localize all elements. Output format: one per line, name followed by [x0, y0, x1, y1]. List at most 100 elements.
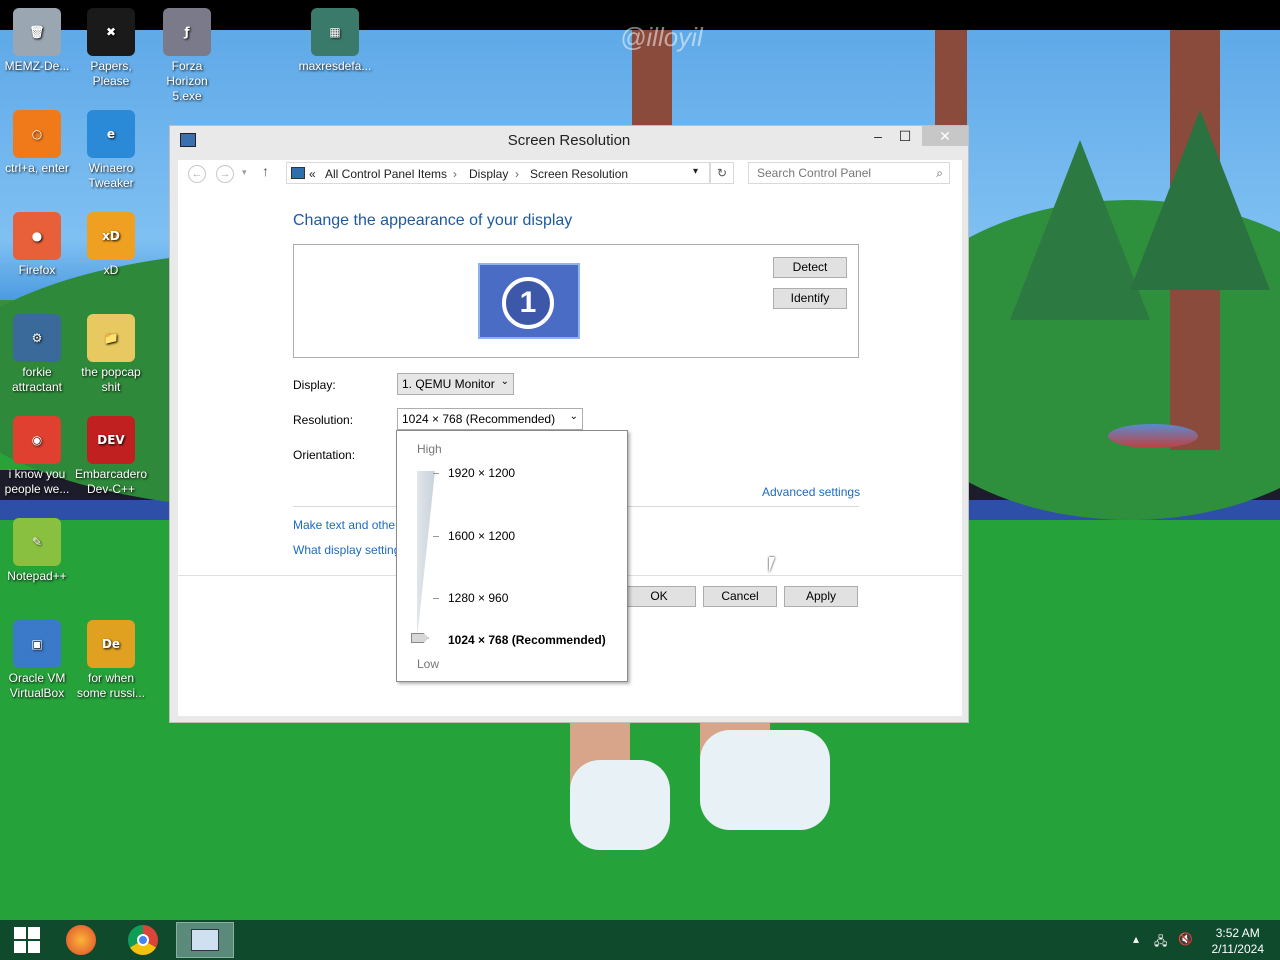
desktop-icon-image: ✖ — [87, 8, 135, 56]
desktop-icon[interactable]: De for when some russi... — [74, 620, 148, 701]
desktop-icon-image: ● — [13, 212, 61, 260]
navigation-bar: ← → ▾ ↑ « All Control Panel Items › Disp… — [178, 160, 962, 188]
slider-tick — [433, 473, 439, 474]
breadcrumb-screen-resolution[interactable]: Screen Resolution — [530, 167, 628, 181]
advanced-settings-link[interactable]: Advanced settings — [762, 485, 860, 499]
desktop-icon[interactable]: ⚙ forkie attractant — [0, 314, 74, 395]
desktop-icon-label: MEMZ-De... — [4, 59, 70, 73]
breadcrumb-separator-icon: › — [515, 167, 519, 181]
breadcrumb-separator-icon: › — [453, 167, 457, 181]
desktop-icon[interactable]: 📁 the popcap shit — [74, 314, 148, 395]
control-panel-taskbar-button[interactable] — [176, 922, 234, 958]
identify-button[interactable]: Identify — [773, 288, 847, 309]
firefox-icon — [66, 925, 96, 955]
address-bar[interactable]: « All Control Panel Items › Display › Sc… — [286, 162, 710, 184]
desktop-icon-label: Papers, Please — [90, 59, 132, 88]
desktop-icon-image: e — [87, 110, 135, 158]
resolution-slider-popup: High 1920 × 1200 1600 × 1200 1280 × 960 … — [396, 430, 628, 682]
desktop-icon-label: Oracle VM VirtualBox — [8, 671, 66, 700]
low-label: Low — [417, 657, 440, 671]
forward-arrow-icon[interactable]: → — [216, 165, 234, 183]
slider-tick — [433, 598, 439, 599]
up-arrow-icon[interactable]: ↑ — [262, 163, 269, 179]
search-placeholder: Search Control Panel — [757, 166, 872, 180]
slider-thumb[interactable] — [411, 633, 429, 643]
desktop-icon-image: xD — [87, 212, 135, 260]
resolution-option-selected[interactable]: 1024 × 768 (Recommended) — [448, 633, 606, 647]
maximize-button[interactable]: ☐ — [891, 126, 919, 146]
desktop-icon-image: ○ — [13, 110, 61, 158]
desktop-icon-label: ctrl+a, enter — [5, 161, 69, 175]
title-bar[interactable]: Screen Resolution ‒ ☐ ✕ — [170, 126, 968, 154]
breadcrumb-display[interactable]: Display — [469, 167, 508, 181]
chrome-icon — [128, 925, 158, 955]
resolution-label: Resolution: — [293, 413, 354, 427]
close-button[interactable]: ✕ — [922, 126, 968, 146]
desktop-icon-label: maxresdefa... — [298, 59, 372, 73]
desktop-icon-image: 📁 — [87, 314, 135, 362]
desktop-icon-label: Forza Horizon 5.exe — [166, 59, 208, 103]
address-dropdown-icon[interactable]: ▾ — [693, 166, 698, 177]
chevron-down-icon: ⌄ — [569, 411, 578, 422]
search-input[interactable]: Search Control Panel ⌕ — [748, 162, 950, 184]
desktop-icon[interactable]: ƒ Forza Horizon 5.exe — [150, 8, 224, 104]
monitor-1-thumbnail[interactable]: 1 — [478, 263, 580, 339]
desktop-icon-label: Notepad++ — [7, 569, 67, 583]
page-heading: Change the appearance of your display — [293, 212, 573, 229]
desktop-icon-image: DEV — [87, 416, 135, 464]
display-label: Display: — [293, 378, 336, 392]
monitor-number: 1 — [502, 277, 554, 329]
display-select[interactable]: 1. QEMU Monitor ⌄ — [397, 373, 514, 395]
desktop-icon[interactable]: 🗑 MEMZ-De... — [0, 8, 74, 74]
desktop-icon[interactable]: ○ ctrl+a, enter — [0, 110, 74, 176]
back-arrow-icon[interactable]: ← — [188, 165, 206, 183]
orientation-label: Orientation: — [293, 448, 356, 462]
clock-time: 3:52 AM — [1215, 926, 1260, 940]
desktop-icon-label: Firefox — [18, 263, 56, 277]
volume-muted-icon[interactable]: 🔇 — [1178, 932, 1193, 946]
windows-logo-icon — [14, 927, 40, 953]
desktop-icon[interactable]: ● Firefox — [0, 212, 74, 278]
detect-button[interactable]: Detect — [773, 257, 847, 278]
window-title: Screen Resolution — [507, 132, 631, 149]
refresh-icon[interactable]: ↻ — [710, 162, 734, 184]
resolution-option[interactable]: 1920 × 1200 — [448, 466, 515, 480]
breadcrumb-all-items[interactable]: All Control Panel Items — [325, 167, 447, 181]
chrome-taskbar-button[interactable] — [116, 922, 170, 958]
desktop-icon-image: 🗑 — [13, 8, 61, 56]
fish-decoration — [1108, 424, 1198, 448]
desktop-icon[interactable]: e Winaero Tweaker — [74, 110, 148, 191]
resolution-option[interactable]: 1600 × 1200 — [448, 529, 515, 543]
watermark: @illoyil — [620, 22, 703, 52]
resolution-select[interactable]: 1024 × 768 (Recommended) ⌄ — [397, 408, 583, 430]
resolution-slider-track[interactable] — [417, 471, 435, 639]
apply-button[interactable]: Apply — [784, 586, 858, 607]
desktop-icon[interactable]: DEV Embarcadero Dev-C++ — [74, 416, 148, 497]
search-icon: ⌕ — [936, 166, 943, 180]
system-clock[interactable]: 3:52 AM 2/11/2024 — [1212, 925, 1265, 957]
minimize-button[interactable]: ‒ — [864, 126, 892, 146]
desktop-icon[interactable]: ▦ maxresdefa... — [298, 8, 372, 74]
firefox-taskbar-button[interactable] — [54, 922, 108, 958]
make-text-larger-link[interactable]: Make text and other — [293, 518, 399, 532]
slider-tick — [433, 536, 439, 537]
display-settings-help-link[interactable]: What display setting — [293, 543, 400, 557]
recent-locations-chevron-icon[interactable]: ▾ — [242, 167, 247, 178]
network-icon[interactable]: 🖧 — [1154, 932, 1167, 953]
desktop-icon[interactable]: ◉ i know you people we... — [0, 416, 74, 497]
cancel-button[interactable]: Cancel — [703, 586, 777, 607]
chevron-down-icon: ⌄ — [500, 376, 509, 387]
resolution-option[interactable]: 1280 × 960 — [448, 591, 508, 605]
desktop-icon[interactable]: xD xD — [74, 212, 148, 278]
desktop-icon[interactable]: ▣ Oracle VM VirtualBox — [0, 620, 74, 701]
desktop-icon[interactable]: ✎ Notepad++ — [0, 518, 74, 584]
desktop-icon-label: i know you people we... — [4, 467, 70, 496]
start-button[interactable] — [0, 922, 54, 958]
desktop-icon-label: the popcap shit — [81, 365, 141, 394]
control-panel-icon — [191, 929, 219, 951]
control-panel-icon — [291, 167, 305, 179]
desktop-icon[interactable]: ✖ Papers, Please — [74, 8, 148, 89]
show-hidden-icons-icon[interactable]: ▴ — [1133, 932, 1139, 946]
ok-button[interactable]: OK — [622, 586, 696, 607]
mouse-cursor-icon — [769, 557, 775, 573]
